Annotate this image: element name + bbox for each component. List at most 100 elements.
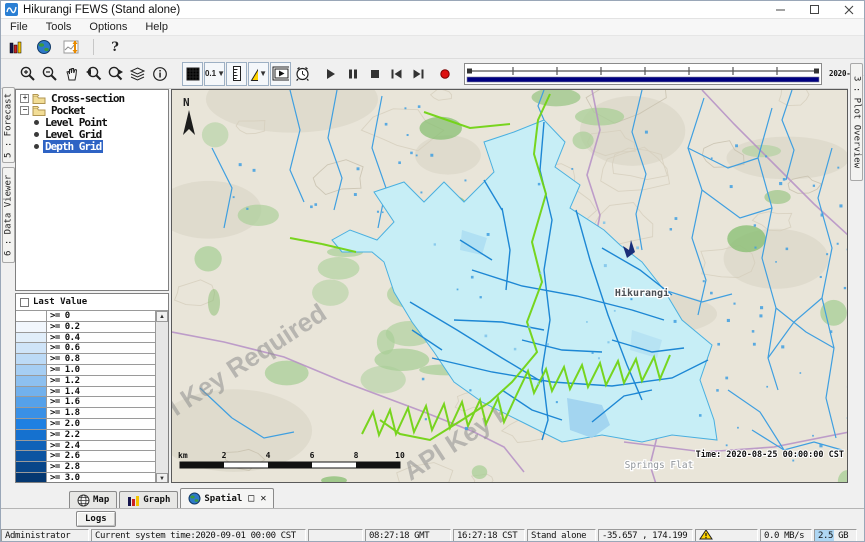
legend-color-swatch bbox=[16, 397, 46, 407]
legend-row-label: >= 0 bbox=[46, 311, 155, 321]
threshold-value: 0.1 bbox=[205, 69, 216, 78]
threshold-dropdown[interactable]: 0.1 ▼ bbox=[204, 62, 225, 86]
map-toolbar: 0.1 ▼ ▼ bbox=[1, 59, 848, 89]
time-slider[interactable] bbox=[464, 63, 822, 85]
legend-row: >= 2.4 bbox=[16, 441, 155, 452]
tree-item[interactable]: Depth Grid bbox=[16, 140, 168, 152]
sidebar-tab-data-viewer[interactable]: 6 : Data Viewer bbox=[2, 167, 15, 263]
layers-icon[interactable] bbox=[127, 62, 148, 86]
ruler-icon[interactable] bbox=[226, 62, 247, 86]
pause-icon[interactable] bbox=[342, 62, 363, 86]
go-to-start-icon[interactable] bbox=[386, 62, 407, 86]
help-icon[interactable]: ? bbox=[104, 37, 126, 57]
tree-item[interactable]: Level Point bbox=[16, 116, 168, 128]
status-cell-memory: 2.5 GB bbox=[814, 529, 857, 542]
menu-item-help[interactable]: Help bbox=[136, 19, 177, 35]
status-cell-text: Administrator bbox=[5, 531, 70, 541]
warnings-dropdown[interactable]: ▼ bbox=[248, 62, 269, 86]
collapse-icon[interactable]: − bbox=[20, 106, 29, 115]
menu-item-file[interactable]: File bbox=[1, 19, 37, 35]
legend-scrollbar[interactable]: ▲ ▼ bbox=[155, 311, 168, 483]
zoom-next-icon[interactable] bbox=[105, 62, 126, 86]
pan-hand-icon[interactable] bbox=[61, 62, 82, 86]
spatial-close-icon[interactable]: ✕ bbox=[260, 494, 266, 504]
legend-color-swatch bbox=[16, 441, 46, 451]
legend-color-swatch bbox=[16, 430, 46, 440]
legend-panel: Last Value >= 0>= 0.2>= 0.4>= 0.6>= 0.8>… bbox=[15, 293, 169, 483]
legend-row: >= 3.0 bbox=[16, 473, 155, 483]
legend-color-swatch bbox=[16, 376, 46, 386]
window-title: Hikurangi FEWS (Stand alone) bbox=[23, 4, 180, 16]
globe-icon[interactable] bbox=[33, 37, 55, 57]
animation-icon[interactable] bbox=[270, 62, 291, 86]
legend-row-label: >= 2.0 bbox=[46, 419, 155, 429]
info-icon[interactable] bbox=[149, 62, 170, 86]
minimize-button[interactable] bbox=[764, 1, 798, 18]
zoom-out-icon[interactable] bbox=[39, 62, 60, 86]
legend-color-swatch bbox=[16, 333, 46, 343]
status-cell-system-time: Current system time:2020-09-01 00:00 CST bbox=[91, 529, 306, 542]
legend-row-label: >= 1.2 bbox=[46, 376, 155, 386]
zoom-in-icon[interactable] bbox=[17, 62, 38, 86]
zoom-previous-icon[interactable] bbox=[83, 62, 104, 86]
legend-row: >= 2.0 bbox=[16, 419, 155, 430]
legend-row-label: >= 2.8 bbox=[46, 462, 155, 472]
tree-item[interactable]: −Pocket bbox=[16, 104, 168, 116]
node-bullet-icon bbox=[34, 132, 39, 137]
legend-row: >= 0 bbox=[16, 311, 155, 322]
sidebar-tab-forecast[interactable]: 5 : Forecast bbox=[2, 87, 15, 163]
legend-row: >= 1.0 bbox=[16, 365, 155, 376]
tree-item[interactable]: Level Grid bbox=[16, 128, 168, 140]
legend-row: >= 2.2 bbox=[16, 430, 155, 441]
folder-icon bbox=[32, 93, 46, 104]
legend-row-label: >= 2.2 bbox=[46, 430, 155, 440]
last-value-checkbox[interactable] bbox=[20, 298, 29, 307]
scroll-down-icon[interactable]: ▼ bbox=[156, 473, 168, 483]
legend-row: >= 1.6 bbox=[16, 397, 155, 408]
legend-row-label: >= 2.6 bbox=[46, 451, 155, 461]
timeseries-icon[interactable] bbox=[61, 37, 83, 57]
tab-spatial[interactable]: Spatial □ ✕ bbox=[180, 488, 274, 508]
logs-button[interactable]: Logs bbox=[76, 511, 116, 527]
legend-row: >= 2.6 bbox=[16, 451, 155, 462]
expand-icon[interactable]: + bbox=[20, 94, 29, 103]
go-to-end-icon[interactable] bbox=[408, 62, 429, 86]
close-button[interactable] bbox=[832, 1, 865, 18]
scale-unit: km bbox=[178, 451, 188, 460]
title-bar: Hikurangi FEWS (Stand alone) bbox=[1, 1, 865, 19]
time-slider-track bbox=[465, 64, 821, 84]
app-logo-icon bbox=[5, 3, 18, 16]
toolbar-separator bbox=[93, 39, 94, 55]
status-cell-network-speed: 0.0 MB/s bbox=[760, 529, 812, 542]
spatial-maximize-icon[interactable]: □ bbox=[248, 494, 254, 504]
record-icon[interactable] bbox=[434, 62, 455, 86]
legend-color-swatch bbox=[16, 408, 46, 418]
grid-icon[interactable] bbox=[182, 62, 203, 86]
main-toolbar: ? bbox=[1, 36, 865, 59]
status-cell-text: 08:27:18 GMT bbox=[369, 531, 429, 541]
north-label: N bbox=[183, 96, 190, 109]
legend-color-swatch bbox=[16, 311, 46, 321]
legend-row-label: >= 2.4 bbox=[46, 441, 155, 451]
area-label: Springs Flat bbox=[625, 460, 694, 471]
time-navigator-icon[interactable] bbox=[292, 62, 313, 86]
right-tab-plot-overview[interactable]: 3 : Plot Overview bbox=[850, 63, 863, 181]
status-cell-text: 16:27:18 CST bbox=[457, 531, 517, 541]
legend-row-label: >= 1.4 bbox=[46, 387, 155, 397]
tree-item[interactable]: +Cross-section bbox=[16, 92, 168, 104]
database-icon[interactable] bbox=[5, 37, 27, 57]
legend-rows: >= 0>= 0.2>= 0.4>= 0.6>= 0.8>= 1.0>= 1.2… bbox=[16, 311, 155, 483]
legend-color-swatch bbox=[16, 354, 46, 364]
warning-icon[interactable] bbox=[699, 529, 713, 542]
map-canvas[interactable]: API Key Required API Key Required bbox=[172, 90, 848, 483]
stop-icon[interactable] bbox=[364, 62, 385, 86]
menu-item-options[interactable]: Options bbox=[80, 19, 136, 35]
play-icon[interactable] bbox=[320, 62, 341, 86]
scroll-up-icon[interactable]: ▲ bbox=[156, 311, 168, 322]
legend-row: >= 1.8 bbox=[16, 408, 155, 419]
legend-row: >= 0.2 bbox=[16, 322, 155, 333]
tab-graph[interactable]: Graph bbox=[119, 491, 178, 508]
tab-map[interactable]: Map bbox=[69, 491, 117, 508]
menu-item-tools[interactable]: Tools bbox=[37, 19, 81, 35]
maximize-button[interactable] bbox=[798, 1, 832, 18]
